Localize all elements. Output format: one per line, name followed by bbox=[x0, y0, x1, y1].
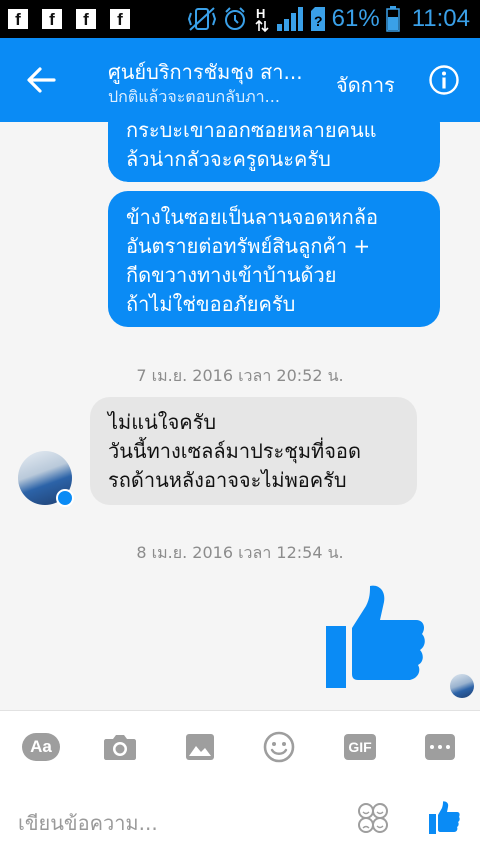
emoji-button[interactable] bbox=[260, 731, 298, 763]
more-options-button[interactable] bbox=[421, 731, 459, 763]
gif-button[interactable]: GIF bbox=[341, 731, 379, 763]
message-timestamp: 7 เม.ย. 2016 เวลา 20:52 น. bbox=[136, 366, 344, 385]
stickers-icon[interactable] bbox=[356, 801, 390, 835]
gallery-button[interactable] bbox=[181, 731, 219, 763]
message-line: วันนี้ทางเซลล์มาประชุมที่จอด bbox=[108, 439, 361, 463]
message-line: ข้างในซอยเป็นลานจอดหกล้อ bbox=[126, 205, 379, 229]
facebook-notification-icon: f bbox=[42, 9, 62, 29]
vibrate-muted-icon bbox=[187, 7, 216, 31]
info-icon[interactable] bbox=[428, 64, 460, 96]
battery-percentage: 61% bbox=[331, 5, 380, 32]
incoming-message-bubble[interactable]: ไม่แน่ใจครับ วันนี้ทางเซลล์มาประชุมที่จอ… bbox=[90, 397, 417, 505]
more-icon bbox=[425, 734, 455, 760]
message-line: กีดขวางทางเข้าบ้านด้วย bbox=[126, 263, 337, 287]
text-style-label: Aa bbox=[22, 733, 60, 761]
composer-toolbar: Aa GIF เขียนข้อความ... bbox=[0, 710, 480, 855]
network-type-icon: H bbox=[255, 6, 269, 33]
status-bar: f f f f H ? 61% 11:04 bbox=[0, 0, 480, 38]
unknown-sim-icon: ? bbox=[310, 7, 325, 31]
gif-label: GIF bbox=[344, 734, 376, 760]
back-arrow-icon[interactable] bbox=[24, 64, 60, 96]
outgoing-message-bubble[interactable]: ข้างในซอยเป็นลานจอดหกล้อ อันตรายต่อทรัพย… bbox=[108, 191, 440, 327]
message-line: ถ้าไม่ใช่ขออภัยครับ bbox=[126, 292, 296, 316]
messenger-badge-icon bbox=[56, 489, 74, 507]
signal-strength-icon bbox=[276, 7, 303, 31]
message-input[interactable]: เขียนข้อความ... bbox=[18, 807, 158, 839]
conversation-subtitle: ปกติแล้วจะตอบกลับภา... bbox=[108, 87, 280, 106]
facebook-notification-icon: f bbox=[110, 9, 130, 29]
message-timestamp: 8 เม.ย. 2016 เวลา 12:54 น. bbox=[136, 543, 344, 562]
contact-avatar[interactable] bbox=[18, 451, 74, 507]
seen-receipt-avatar bbox=[450, 674, 474, 698]
battery-icon bbox=[385, 6, 400, 32]
image-icon bbox=[186, 734, 214, 760]
text-style-button[interactable]: Aa bbox=[22, 731, 60, 763]
message-line: รถด้านหลังอาจจะไม่พอครับ bbox=[108, 468, 347, 492]
send-like-icon[interactable] bbox=[428, 801, 460, 835]
message-line: ไม่แน่ใจครับ bbox=[108, 410, 217, 434]
manage-button[interactable]: จัดการ bbox=[336, 69, 395, 101]
message-line: ล้วน่ากลัวจะครูดนะครับ bbox=[126, 147, 331, 171]
svg-text:?: ? bbox=[314, 13, 323, 29]
camera-icon bbox=[104, 735, 136, 760]
camera-button[interactable] bbox=[101, 731, 139, 763]
conversation-header: ศูนย์บริการชัมชุง สา... ปกติแล้วจะตอบกลั… bbox=[0, 38, 480, 122]
conversation-title[interactable]: ศูนย์บริการชัมชุง สา... bbox=[108, 56, 303, 88]
message-line: อันตรายต่อทรัพย์สินลูกค้า + bbox=[126, 234, 371, 258]
smiley-icon bbox=[263, 731, 295, 763]
thumbs-up-icon[interactable] bbox=[324, 584, 426, 690]
facebook-notification-icon: f bbox=[76, 9, 96, 29]
facebook-notification-icon: f bbox=[8, 9, 28, 29]
clock: 11:04 bbox=[411, 5, 470, 32]
svg-text:H: H bbox=[256, 6, 265, 21]
alarm-icon bbox=[224, 7, 245, 30]
